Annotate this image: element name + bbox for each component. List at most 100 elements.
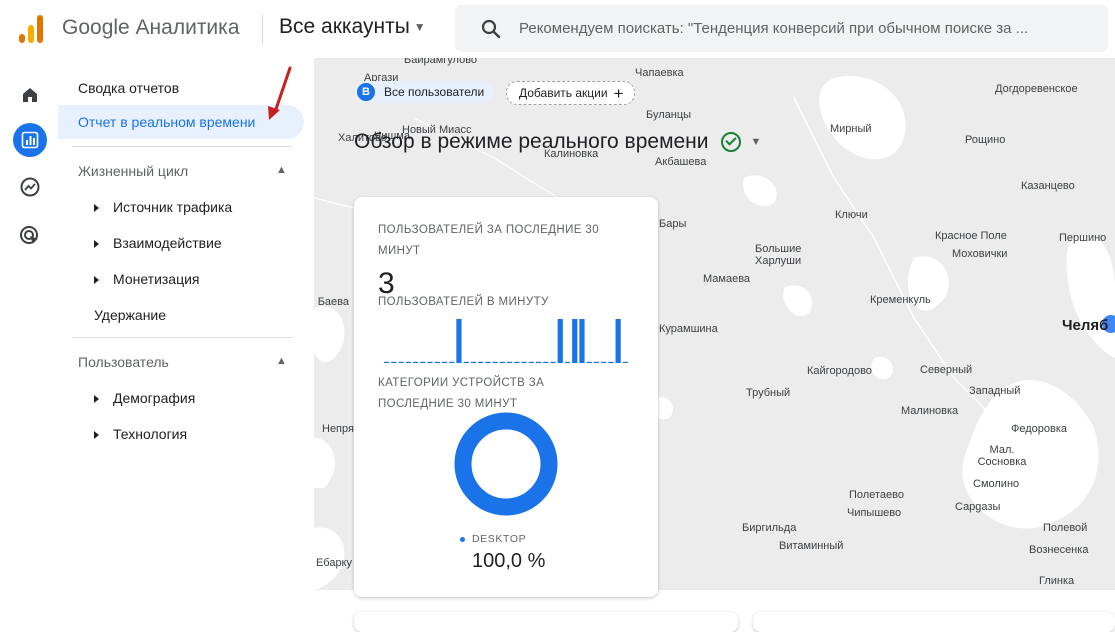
minute-bar[interactable] — [398, 361, 404, 363]
minute-bar[interactable] — [593, 361, 600, 363]
map-label: Федоровка — [1011, 423, 1068, 435]
expand-arrow-icon — [94, 395, 99, 404]
minute-bar[interactable] — [514, 361, 520, 363]
map-label: Рощино — [965, 134, 1006, 146]
map-label: Красное Поле — [935, 230, 1007, 242]
map-label: Полетаево — [849, 489, 904, 501]
minute-bar[interactable] — [420, 361, 426, 363]
device-name: DESKTOP — [472, 533, 527, 545]
device-legend: DESKTOP — [460, 533, 526, 545]
advertising-icon[interactable] — [13, 219, 47, 253]
expand-arrow-icon — [94, 240, 99, 249]
nav-technology[interactable]: Технология — [94, 426, 187, 442]
minute-bar[interactable] — [586, 361, 592, 363]
map-label: Чапаевка — [635, 67, 684, 79]
minute-bar[interactable] — [391, 361, 397, 363]
minute-bar[interactable] — [441, 361, 448, 363]
minute-bar[interactable] — [550, 361, 556, 363]
add-comparison-button[interactable]: Добавить акции + — [506, 81, 635, 105]
donut-slice-desktop[interactable] — [454, 412, 558, 516]
nav-monetization[interactable]: Монетизация — [94, 271, 200, 287]
map-label: Ебарку — [315, 557, 352, 569]
map-label: Моховички — [952, 248, 1008, 260]
nav-realtime-label: Отчет в реальном времени — [78, 114, 256, 130]
search-box[interactable]: Рекомендуем поискать: "Тенденция конверс… — [455, 5, 1108, 52]
nav-demographics[interactable]: Демография — [94, 390, 195, 406]
minute-bar[interactable] — [615, 319, 621, 363]
realtime-card: ПОЛЬЗОВАТЕЛЕЙ ЗА ПОСЛЕДНИЕ 30 МИНУТ 3 ПО… — [354, 197, 658, 597]
minute-bar[interactable] — [492, 361, 498, 363]
minute-bar[interactable] — [427, 361, 433, 363]
minute-bar[interactable] — [405, 361, 411, 363]
minute-bar[interactable] — [543, 361, 549, 363]
card — [753, 612, 1115, 632]
section-lifecycle[interactable]: Жизненный цикл — [78, 163, 188, 179]
minute-bar[interactable] — [521, 361, 527, 363]
map-label: Першино — [1059, 232, 1107, 244]
minute-bar[interactable] — [557, 319, 563, 363]
account-label: Все аккаунты — [279, 15, 410, 38]
check-circle-icon[interactable] — [720, 132, 741, 153]
minute-bar[interactable] — [384, 361, 390, 363]
map-label: Сарgазы — [955, 501, 1001, 513]
nav-summary[interactable]: Сводка отчетов — [78, 80, 179, 96]
users-30-label: ПОЛЬЗОВАТЕЛЕЙ ЗА ПОСЛЕДНИЕ 30 МИНУТ — [378, 224, 600, 257]
map-label: Курамшина — [659, 323, 718, 335]
search-input[interactable]: Рекомендуем поискать: "Тенденция конверс… — [519, 20, 1099, 37]
per-minute-chart[interactable] — [384, 319, 630, 363]
nav-item-label: Удержание — [94, 307, 167, 323]
account-selector[interactable]: Все аккаунты ▼ — [279, 15, 426, 39]
device-donut-chart[interactable] — [454, 412, 558, 516]
nav-engagement[interactable]: Взаимодействие — [94, 235, 222, 251]
page-title: Обзор в режиме реального времени ▼ — [354, 130, 761, 154]
map-label: Акбашева — [655, 156, 707, 168]
minute-bar[interactable] — [528, 361, 534, 363]
map-label: Глинка — [1039, 575, 1075, 587]
map-label: Баева — [317, 296, 349, 308]
map-label: Северный — [920, 364, 973, 376]
nav-item-label: Технология — [113, 426, 188, 442]
minute-bar[interactable] — [601, 361, 607, 363]
segment-chip[interactable]: B Все пользователи — [355, 81, 495, 103]
chevron-up-icon[interactable]: ▲ — [276, 164, 287, 176]
map-label: Биргильда — [742, 522, 797, 534]
segment-label: Все пользователи — [384, 85, 485, 99]
minute-bar[interactable] — [564, 361, 571, 363]
home-icon[interactable] — [13, 78, 47, 112]
map-label: Мамаева — [703, 273, 751, 285]
map-label: Буланцы — [646, 109, 692, 121]
reports-icon[interactable] — [13, 123, 47, 157]
minute-bar[interactable] — [478, 361, 484, 363]
caret-down-icon[interactable]: ▼ — [751, 136, 762, 148]
minute-bar[interactable] — [412, 361, 419, 363]
section-user[interactable]: Пользователь — [78, 354, 169, 370]
minute-bar[interactable] — [579, 319, 585, 363]
minute-bar[interactable] — [499, 361, 505, 363]
analytics-logo[interactable] — [17, 14, 45, 44]
minute-bar[interactable] — [507, 361, 513, 363]
caret-down-icon: ▼ — [413, 20, 426, 35]
plus-icon: + — [613, 83, 624, 103]
nav-traffic-source[interactable]: Источник трафика — [94, 199, 232, 215]
divider — [72, 146, 292, 147]
minute-bar[interactable] — [485, 361, 491, 363]
top-bar: Google Аналитика Все аккаунты ▼ Рекоменду… — [0, 0, 1115, 58]
minute-bar[interactable] — [572, 319, 578, 363]
map-label: Непря — [322, 423, 354, 435]
explore-icon[interactable] — [13, 170, 47, 204]
minute-bar[interactable] — [608, 361, 614, 363]
minute-bar[interactable] — [449, 361, 455, 363]
minute-bar[interactable] — [535, 361, 542, 363]
nav-retention[interactable]: Удержание — [94, 307, 166, 323]
chevron-up-icon[interactable]: ▲ — [276, 355, 287, 367]
minute-bar[interactable] — [434, 361, 440, 363]
map-label: Догдоревенское — [995, 83, 1078, 95]
minute-bar[interactable] — [622, 361, 628, 363]
minute-bar[interactable] — [463, 361, 469, 363]
minute-bar[interactable] — [470, 361, 477, 363]
legend-dot-icon — [460, 536, 465, 542]
map-label: Смолино — [973, 478, 1020, 490]
map-label: Трубный — [746, 387, 791, 399]
map-label: Западный — [969, 385, 1021, 397]
minute-bar[interactable] — [456, 319, 462, 363]
